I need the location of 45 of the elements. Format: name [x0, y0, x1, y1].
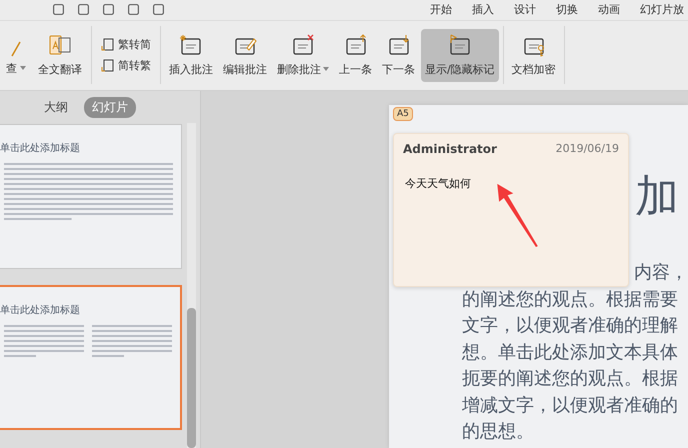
slide-thumbnail[interactable]: 单击此处添加标题	[0, 285, 182, 430]
convert-icon	[101, 58, 115, 73]
review-tool-button[interactable]: 下一条	[378, 28, 419, 82]
menu-tab[interactable]: 开始	[430, 2, 452, 18]
slide-body-text: 文字，以便观者准确的理解	[462, 314, 679, 338]
toolbar-icon[interactable]	[77, 3, 90, 16]
convert-button[interactable]: 繁转简	[118, 37, 151, 52]
convert-icon	[101, 38, 115, 52]
review-tool-button[interactable]: 编辑批注	[219, 28, 271, 82]
pencil-icon	[11, 40, 21, 57]
menu-tab[interactable]: 插入	[472, 2, 494, 18]
slide-body-text: 的阐述您的观点。根据需要	[462, 288, 679, 312]
slide-thumbnail[interactable]: 单击此处添加标题	[0, 124, 182, 269]
comment-marker[interactable]: A5	[393, 107, 413, 121]
menu-tab[interactable]: 幻灯片放	[640, 2, 684, 18]
comment-text: 今天天气如何	[404, 176, 471, 191]
toolbar-icon[interactable]	[127, 3, 140, 16]
menu-tab[interactable]: 切换	[556, 2, 578, 18]
thumbnail-title: 单击此处添加标题	[0, 304, 81, 317]
toolbar-icon[interactable]	[102, 3, 115, 16]
convert-button[interactable]: 简转繁	[118, 58, 151, 74]
comment-author: Administrator	[403, 142, 497, 156]
caret-icon[interactable]	[323, 67, 329, 72]
toolbar-icon[interactable]	[52, 3, 65, 16]
caret-icon[interactable]	[20, 66, 26, 70]
review-tool-button[interactable]: 显示/隐藏标记	[421, 28, 499, 82]
review-tool-button[interactable]: 删除批注	[273, 28, 333, 82]
full-text-translate-button[interactable]: 全文翻译	[38, 62, 82, 77]
spell-check-button[interactable]: 查	[6, 60, 17, 76]
review-tool-button[interactable]: 文档加密	[508, 28, 560, 82]
menu-tab[interactable]: 动画	[598, 2, 620, 18]
scrollbar-thumb[interactable]	[187, 308, 196, 448]
comment-date: 2019/06/19	[556, 142, 619, 156]
slide-body-text: 增减文字，以便观者准确的	[462, 394, 679, 418]
slide-body-text: 内容，	[633, 261, 688, 285]
slide-body-text: 的思想。	[462, 420, 535, 444]
panel-tab[interactable]: 大纲	[36, 97, 76, 118]
thumbnail-title: 单击此处添加标题	[0, 142, 81, 155]
slide-body-text: 想。单击此处添加文本具体	[462, 340, 679, 364]
slide-body-text: 扼要的阐述您的观点。根据	[462, 367, 679, 391]
menu-tab[interactable]: 设计	[514, 2, 536, 18]
review-tool-button[interactable]: 插入批注	[165, 28, 217, 82]
toolbar-icon[interactable]	[152, 3, 165, 16]
review-tool-button[interactable]: 上一条	[335, 28, 376, 82]
slide-title: 加	[635, 171, 679, 222]
